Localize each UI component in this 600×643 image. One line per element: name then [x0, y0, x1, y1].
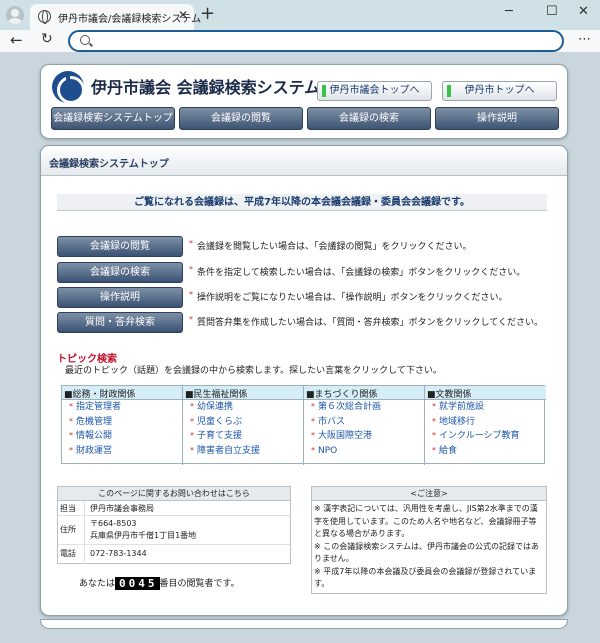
help-button[interactable]: 操作説明	[57, 287, 183, 308]
page-viewport: 伊丹市議会 会議録検索システム 伊丹市議会トップへ 伊丹市トップへ 会議録検索シ…	[0, 56, 600, 643]
bullet-icon: *	[189, 265, 193, 274]
nav-system-top-button[interactable]: 会議録検索システムトップ	[51, 107, 175, 130]
qa-search-desc: * 質問答弁集を作成したい場合は、「質問・答弁検索」ボタンをクリックしてください。	[189, 315, 543, 328]
topic-link[interactable]: * 第６次総合計画	[304, 400, 424, 415]
tab-close-icon[interactable]: ✕	[178, 8, 188, 22]
help-desc: * 操作説明をご覧になりたい場合は、「操作説明」ボタンをクリックください。	[189, 290, 508, 303]
back-arrow-icon[interactable]: ←	[10, 31, 23, 49]
topic-link[interactable]: * 指定管理者	[62, 400, 182, 415]
main-content: 会議録検索システムトップ ご覧になれる会議録は、平成7年以降の本会議会議録・委員…	[40, 145, 568, 616]
topic-link[interactable]: * 幼保連携	[183, 400, 303, 415]
topic-link[interactable]: * 子育て支援	[183, 429, 303, 444]
topic-link[interactable]: * 障害者自立支援	[183, 444, 303, 459]
page-footer	[40, 619, 568, 629]
search-minutes-button[interactable]: 会議録の検索	[57, 262, 183, 283]
nav-help-button[interactable]: 操作説明	[435, 107, 559, 130]
bullet-icon: *	[189, 290, 193, 299]
profile-avatar-icon[interactable]	[6, 6, 24, 24]
address-bar[interactable]	[68, 30, 564, 52]
caution-box: <ご注意> ※ 漢字表記については、汎用性を考慮し、JIS第2水準までの漢字を使…	[311, 486, 547, 594]
topic-column-header: ■文教関係	[425, 386, 546, 400]
visitor-counter: あなたは 0045 番目の閲覧者です。	[79, 577, 240, 590]
topic-table: ■総務・財政関係 * 指定管理者 * 危機管理 * 情報公開 * 財政運営 ■民生福祉関…	[61, 385, 546, 465]
search-minutes-desc: * 条件を指定して検索したい場合は、「会議録の検索」ボタンをクリックください。	[189, 265, 526, 278]
search-icon	[80, 35, 90, 45]
topic-link[interactable]: * インクルーシブ教育	[425, 429, 546, 444]
bullet-icon: *	[189, 239, 193, 248]
nav-search-button[interactable]: 会議録の検索	[307, 107, 431, 130]
browser-tab-bar: 伊丹市議会/会議録検索システム ✕ + ─ ☐ ✕	[0, 0, 600, 30]
contact-heading: このページに関するお問い合わせはこちら	[58, 487, 290, 501]
section-title: 会議録検索システムトップ	[41, 146, 567, 176]
topic-column-general: ■総務・財政関係 * 指定管理者 * 危機管理 * 情報公開 * 財政運営	[62, 386, 183, 465]
browser-toolbar: ← ↻ ⋯	[0, 30, 600, 52]
topic-column-education: ■文教関係 * 就学前施設 * 地域移行 * インクルーシブ教育 * 給食	[425, 386, 546, 465]
minimize-icon[interactable]: ─	[505, 4, 513, 19]
topic-link[interactable]: * 児童くらぶ	[183, 415, 303, 430]
nav-browse-button[interactable]: 会議録の閲覧	[179, 107, 303, 130]
more-menu-icon[interactable]: ⋯	[578, 32, 591, 47]
topic-link[interactable]: * 情報公開	[62, 429, 182, 444]
divider	[84, 501, 85, 564]
counter-digits: 0045	[115, 577, 160, 590]
topic-link[interactable]: * 地域移行	[425, 415, 546, 430]
qa-search-button[interactable]: 質問・答弁検索	[57, 312, 183, 333]
topic-column-header: ■まちづくり関係	[304, 386, 424, 400]
divider	[58, 515, 290, 516]
notice-banner: ご覧になれる会議録は、平成7年以降の本会議会議録・委員会会議録です。	[57, 194, 547, 211]
city-top-link[interactable]: 伊丹市トップへ	[442, 81, 557, 101]
topic-link[interactable]: * 大阪国際空港	[304, 429, 424, 444]
topic-link[interactable]: * 給食	[425, 444, 546, 459]
topic-link[interactable]: * 危機管理	[62, 415, 182, 430]
globe-icon	[38, 10, 51, 24]
caution-heading: <ご注意>	[312, 487, 546, 501]
reload-icon[interactable]: ↻	[41, 31, 53, 47]
topic-link[interactable]: * 財政運営	[62, 444, 182, 459]
topic-description: 最近のトピック（話題）を会議録の中から検索します。探したい言葉をクリックして下さ…	[65, 366, 442, 376]
site-title: 伊丹市議会 会議録検索システム	[91, 78, 321, 97]
topic-link[interactable]: * NPO	[304, 444, 424, 459]
window-close-icon[interactable]: ✕	[578, 4, 589, 19]
topic-column-town-planning: ■まちづくり関係 * 第６次総合計画 * 市バス * 大阪国際空港 * NPO	[304, 386, 425, 465]
browse-minutes-button[interactable]: 会議録の閲覧	[57, 236, 183, 257]
caution-text: ※ 漢字表記については、汎用性を考慮し、JIS第2水準までの漢字を使用しています…	[314, 504, 540, 588]
topic-column-welfare: ■民生福祉関係 * 幼保連携 * 児童くらぶ * 子育て支援 * 障害者自立支援	[183, 386, 304, 465]
browse-minutes-desc: * 会議録を閲覧したい場合は、「会議録の閲覧」をクリックください。	[189, 239, 472, 252]
site-header: 伊丹市議会 会議録検索システム 伊丹市議会トップへ 伊丹市トップへ 会議録検索シ…	[40, 64, 568, 139]
topic-column-header: ■総務・財政関係	[62, 386, 182, 400]
topic-link[interactable]: * 市バス	[304, 415, 424, 430]
council-top-link[interactable]: 伊丹市議会トップへ	[317, 81, 432, 101]
city-logo	[52, 71, 85, 104]
divider	[58, 544, 290, 545]
new-tab-icon[interactable]: +	[200, 4, 215, 24]
contact-box: このページに関するお問い合わせはこちら 担当 伊丹市議会事務局 住所 〒664-…	[57, 486, 291, 564]
maximize-icon[interactable]: ☐	[546, 4, 558, 19]
browser-tab[interactable]: 伊丹市議会/会議録検索システム ✕	[30, 4, 201, 30]
topic-link[interactable]: * 就学前施設	[425, 400, 546, 415]
topic-column-header: ■民生福祉関係	[183, 386, 303, 400]
bullet-icon: *	[189, 315, 193, 324]
